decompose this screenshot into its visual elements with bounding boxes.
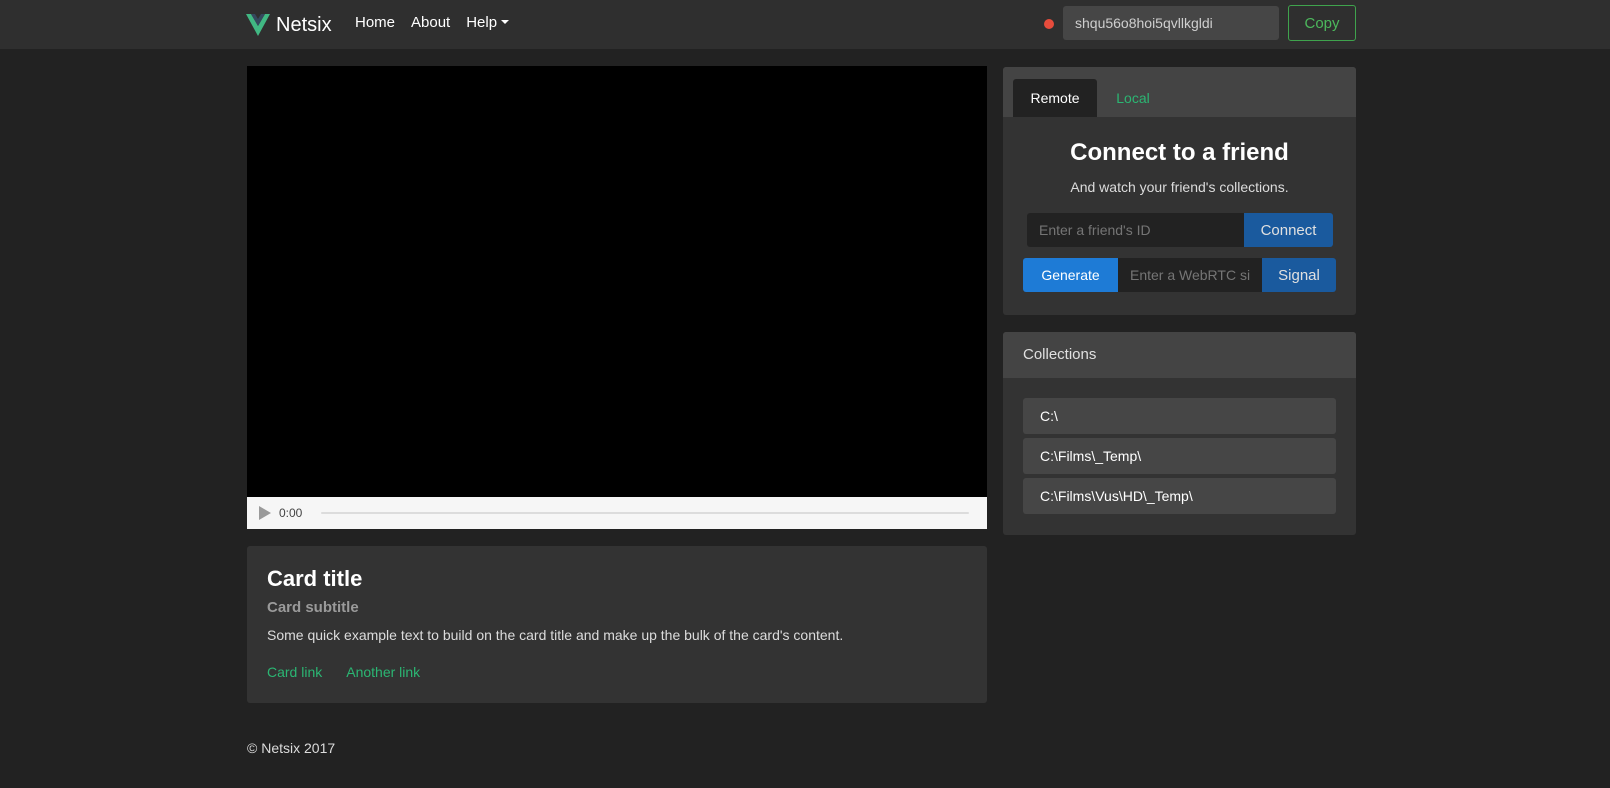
generate-button[interactable]: Generate — [1023, 258, 1118, 292]
nav-links: Home About Help — [355, 14, 525, 31]
play-icon[interactable] — [259, 506, 271, 520]
card-link[interactable]: Card link — [267, 664, 322, 680]
tab-local[interactable]: Local — [1103, 79, 1163, 117]
navbar: Netsix Home About Help Copy — [0, 0, 1610, 49]
card-links: Card link Another link — [267, 664, 420, 680]
connect-subtitle: And watch your friend's collections. — [1070, 179, 1289, 195]
caret-down-icon — [501, 20, 510, 25]
footer-copyright: © Netsix 2017 — [247, 740, 336, 756]
card-title: Card title — [267, 566, 363, 591]
friend-id-input[interactable] — [1027, 213, 1244, 247]
card-text: Some quick example text to build on the … — [267, 627, 844, 643]
nav-home[interactable]: Home — [355, 14, 395, 31]
card-subtitle: Card subtitle — [267, 599, 359, 616]
collection-item[interactable]: C:\ — [1023, 398, 1336, 434]
info-card: Card title Card subtitle Some quick exam… — [247, 546, 987, 703]
peer-id-field[interactable] — [1063, 6, 1279, 40]
another-link[interactable]: Another link — [346, 664, 420, 680]
connection-status-icon — [1044, 19, 1054, 29]
vue-logo-icon — [246, 14, 270, 36]
connect-panel-tabs: Remote Local — [1003, 67, 1356, 117]
video-player[interactable] — [247, 66, 987, 497]
tab-remote[interactable]: Remote — [1013, 79, 1097, 117]
collection-item[interactable]: C:\Films\_Temp\ — [1023, 438, 1336, 474]
signal-button[interactable]: Signal — [1262, 258, 1336, 292]
brand-name: Netsix — [276, 13, 332, 36]
webrtc-signal-input[interactable] — [1118, 258, 1262, 292]
nav-about[interactable]: About — [411, 14, 450, 31]
collections-panel: Collections C:\ C:\Films\_Temp\ C:\Films… — [1003, 332, 1356, 535]
video-progress-bar[interactable] — [321, 512, 969, 514]
collection-item[interactable]: C:\Films\Vus\HD\_Temp\ — [1023, 478, 1336, 514]
connect-panel: Remote Local Connect to a friend And wat… — [1003, 67, 1356, 315]
nav-help-label: Help — [466, 14, 498, 31]
collections-list: C:\ C:\Films\_Temp\ C:\Films\Vus\HD\_Tem… — [1023, 398, 1336, 518]
connect-button[interactable]: Connect — [1244, 213, 1333, 247]
collections-header: Collections — [1003, 332, 1356, 378]
video-time: 0:00 — [279, 506, 303, 520]
video-controls: 0:00 — [247, 497, 987, 529]
connect-title: Connect to a friend — [1070, 139, 1289, 166]
brand[interactable]: Netsix — [246, 12, 332, 38]
copy-button[interactable]: Copy — [1288, 5, 1356, 41]
nav-help-dropdown[interactable]: Help — [466, 14, 510, 31]
